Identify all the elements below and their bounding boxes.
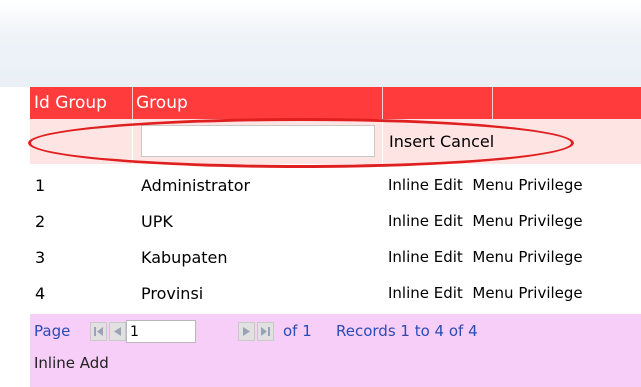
table-row: 2 UPK Inline Edit Menu Privilege <box>30 208 641 237</box>
grid-header: Id Group Group <box>30 87 641 119</box>
cell-id: 2 <box>35 212 46 231</box>
cell-id: 1 <box>35 176 46 195</box>
inline-edit-link[interactable]: Inline Edit <box>388 284 463 302</box>
cell-group: UPK <box>141 212 173 231</box>
row-divider <box>382 119 383 164</box>
column-header-id-group[interactable]: Id Group <box>30 87 132 119</box>
row-actions: Inline Edit Menu Privilege <box>388 176 583 194</box>
first-page-icon[interactable] <box>90 322 107 341</box>
cancel-link[interactable]: Cancel <box>440 132 494 151</box>
cell-id: 3 <box>35 248 46 267</box>
inline-add-link[interactable]: Inline Add <box>34 354 109 372</box>
records-label: Records 1 to 4 of 4 <box>336 322 478 340</box>
row-actions: Inline Edit Menu Privilege <box>388 284 583 302</box>
table-row: 3 Kabupaten Inline Edit Menu Privilege <box>30 244 641 273</box>
row-actions: Inline Edit Menu Privilege <box>388 212 583 230</box>
column-header-extra <box>492 87 641 119</box>
prev-page-icon[interactable] <box>109 322 126 341</box>
page-count-label: of 1 <box>283 322 312 340</box>
row-actions: Inline Edit Menu Privilege <box>388 248 583 266</box>
last-page-icon[interactable] <box>257 322 274 341</box>
group-name-input[interactable] <box>141 125 375 157</box>
column-header-group[interactable]: Group <box>132 87 382 119</box>
cell-group: Provinsi <box>141 284 204 303</box>
menu-privilege-link[interactable]: Menu Privilege <box>472 176 582 194</box>
inline-edit-link[interactable]: Inline Edit <box>388 248 463 266</box>
cell-group: Kabupaten <box>141 248 228 267</box>
page-label: Page <box>34 322 71 340</box>
top-banner <box>0 0 641 87</box>
menu-privilege-link[interactable]: Menu Privilege <box>472 212 582 230</box>
pager-line: Page of 1 Records 1 to 4 of 4 <box>34 319 634 343</box>
menu-privilege-link[interactable]: Menu Privilege <box>472 284 582 302</box>
pager: Page of 1 Records 1 to 4 of 4 Inline Add <box>30 314 641 387</box>
insert-link[interactable]: Insert <box>389 132 435 151</box>
next-page-icon[interactable] <box>238 322 255 341</box>
cell-id: 4 <box>35 284 46 303</box>
page-number-input[interactable] <box>126 320 196 343</box>
row-divider <box>132 119 133 164</box>
insert-actions: Insert Cancel <box>389 131 494 153</box>
inline-edit-link[interactable]: Inline Edit <box>388 212 463 230</box>
inline-edit-link[interactable]: Inline Edit <box>388 176 463 194</box>
menu-privilege-link[interactable]: Menu Privilege <box>472 248 582 266</box>
column-header-actions <box>382 87 492 119</box>
table-row: 4 Provinsi Inline Edit Menu Privilege <box>30 280 641 309</box>
table-row: 1 Administrator Inline Edit Menu Privile… <box>30 172 641 201</box>
cell-group: Administrator <box>141 176 251 195</box>
